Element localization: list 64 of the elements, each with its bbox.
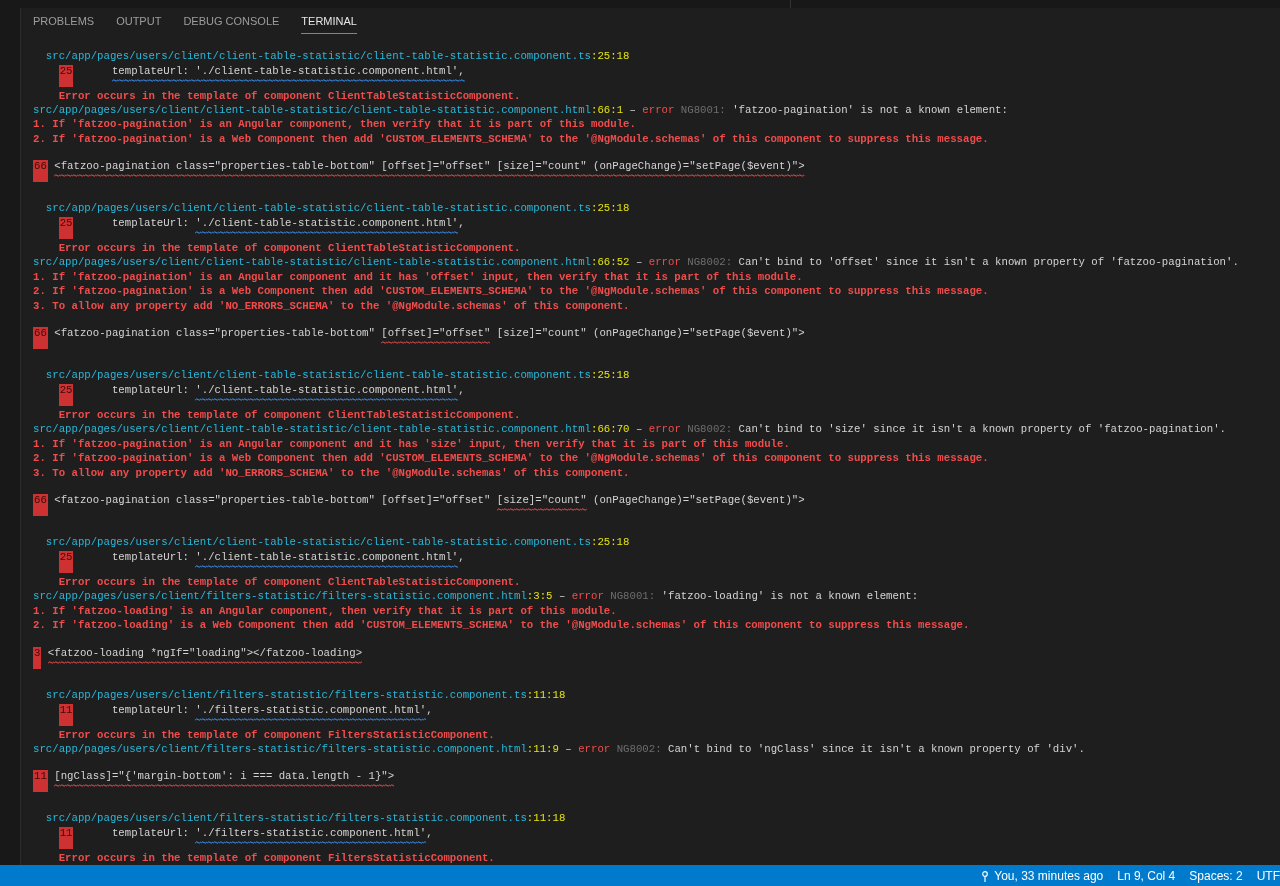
error-note: Error occurs in the template of component FiltersStatisticComponent.: [58, 728, 495, 741]
code-line: templateUrl: './client-table-statistic.component.html',: [73, 550, 465, 564]
panel-tab[interactable]: TERMINAL: [301, 10, 357, 34]
git-blame[interactable]: You, 33 minutes ago: [981, 866, 1104, 885]
error-hint: 2. If 'fatzoo-pagination' is a Web Component then add 'CUSTOM_ELEMENTS_SCHEMA' to the '@NgModule.schemas' of this component to suppress this message.: [33, 131, 990, 146]
status-item[interactable]: UTF: [1256, 866, 1280, 885]
code-line: templateUrl: './client-table-statistic.component.html',: [73, 216, 465, 230]
code-line: <fatzoo-pagination class="properties-table-bottom" [offset]="offset" [size]="count" (onPageChange)="setPage($event)">: [47, 493, 805, 507]
error-hint: 1. If 'fatzoo-pagination' is an Angular component and it has 'offset' input, then verify that it is part of this module.: [33, 269, 804, 284]
file-link[interactable]: src/app/pages/users/client/client-table-statistic/client-table-statistic.component.html:66:1: [33, 103, 624, 116]
file-link[interactable]: src/app/pages/users/client/client-table-statistic/client-table-statistic.component.html:66:52: [33, 256, 630, 268]
panel-tab[interactable]: DEBUG CONSOLE: [183, 10, 280, 34]
error-note: Error occurs in the template of component ClientTableStatisticComponent.: [58, 89, 521, 102]
line-number: 25: [58, 551, 74, 573]
error-hint: 2. If 'fatzoo-pagination' is a Web Component then add 'CUSTOM_ELEMENTS_SCHEMA' to the '@NgModule.schemas' of this component to suppress this message.: [33, 284, 990, 299]
line-number: 3: [33, 646, 42, 669]
line-number: 25: [58, 217, 74, 239]
code-line: templateUrl: './client-table-statistic.component.html',: [73, 63, 465, 78]
error-hint: 2. If 'fatzoo-pagination' is a Web Component then add 'CUSTOM_ELEMENTS_SCHEMA' to the '@NgModule.schemas' of this component to suppress this message.: [33, 451, 990, 466]
error-note: Error occurs in the template of component ClientTableStatisticComponent.: [58, 576, 521, 588]
line-number: 66: [33, 160, 48, 182]
error-note: Error occurs in the template of component ClientTableStatisticComponent.: [58, 409, 521, 421]
error-hint: 3. To allow any property add 'NO_ERRORS_SCHEMA' to the '@NgModule.schemas' of this component.: [33, 298, 631, 313]
error-line: src/app/pages/users/client/filters-statistic/filters-statistic.component.html:3:5 – error NG8001: 'fatzoo-loading' is not a known element:: [33, 589, 920, 604]
file-link[interactable]: src/app/pages/users/client/filters-statistic/filters-statistic.component.ts:11:18: [45, 688, 566, 701]
code-line: <fatzoo-pagination class="properties-table-bottom" [offset]="offset" [size]="count" (onPageChange)="setPage($event)">: [47, 159, 805, 173]
panel-tab[interactable]: OUTPUT: [116, 10, 162, 34]
file-link[interactable]: src/app/pages/users/client/client-table-statistic/client-table-statistic.component.ts:25:18: [45, 536, 630, 548]
line-number: 11: [58, 827, 74, 849]
line-number: 25: [58, 384, 74, 406]
file-link[interactable]: src/app/pages/users/client/client-table-statistic/client-table-statistic.component.html:66:70: [33, 423, 630, 435]
status-item[interactable]: Spaces: 2: [1189, 866, 1243, 885]
error-hint: 1. If 'fatzoo-loading' is an Angular component, then verify that it is part of this module.: [33, 603, 618, 618]
line-number: 66: [33, 494, 48, 516]
line-number: 66: [33, 327, 48, 349]
file-link[interactable]: src/app/pages/users/client/client-table-statistic/client-table-statistic.component.ts:25:18: [45, 369, 630, 381]
status-item[interactable]: Ln 9, Col 4: [1117, 866, 1176, 885]
file-link[interactable]: src/app/pages/users/client/filters-statistic/filters-statistic.component.ts:11:18: [45, 812, 566, 824]
file-link[interactable]: src/app/pages/users/client/filters-statistic/filters-statistic.component.html:3:5: [33, 590, 553, 602]
file-link[interactable]: src/app/pages/users/client/filters-statistic/filters-statistic.component.html:11:9: [33, 742, 559, 755]
line-number: 11: [58, 703, 74, 726]
error-hint: 2. If 'fatzoo-loading' is a Web Component then add 'CUSTOM_ELEMENTS_SCHEMA' to the '@NgModule.schemas' of this component to suppress this message.: [33, 618, 971, 633]
error-line: src/app/pages/users/client/client-table-statistic/client-table-statistic.component.html:66:70 – error NG8002: Can't bind to 'size' since it isn't a known property of 'fatzoo-pagination'.: [33, 422, 1227, 437]
code-line: <fatzoo-pagination class="properties-table-bottom" [offset]="offset" [size]="count" (onPageChange)="setPage($event)">: [47, 326, 805, 340]
line-number: 11: [33, 770, 48, 792]
error-hint: 3. To allow any property add 'NO_ERRORS_SCHEMA' to the '@NgModule.schemas' of this component.: [33, 465, 631, 480]
panel-tab[interactable]: PROBLEMS: [33, 10, 95, 34]
commit-icon: [981, 869, 990, 882]
error-note: Error occurs in the template of component FiltersStatisticComponent.: [58, 852, 495, 864]
error-note: Error occurs in the template of component ClientTableStatisticComponent.: [58, 242, 521, 254]
file-link[interactable]: src/app/pages/users/client/client-table-statistic/client-table-statistic.component.ts:25:18: [45, 202, 630, 214]
code-line: <fatzoo-loading *ngIf="loading"></fatzoo-loading>: [41, 645, 363, 660]
code-line: [ngClass]="{'margin-bottom': i === data.length - 1}">: [47, 769, 395, 783]
error-hint: 1. If 'fatzoo-pagination' is an Angular component, then verify that it is part of this module.: [33, 117, 637, 132]
code-line: templateUrl: './client-table-statistic.component.html',: [73, 383, 465, 397]
file-link[interactable]: src/app/pages/users/client/client-table-statistic/client-table-statistic.component.ts:25:18: [45, 49, 630, 62]
error-line: src/app/pages/users/client/client-table-statistic/client-table-statistic.component.html:66:52 – error NG8002: Can't bind to 'offset' since it isn't a known property of 'fatzoo-pagination'.: [33, 255, 1240, 270]
error-line: src/app/pages/users/client/filters-statistic/filters-statistic.component.html:11:9 – error NG8002: Can't bind to 'ngClass' since it isn't a known property of 'div'.: [33, 741, 1086, 756]
blame-text: You, 33 minutes ago: [994, 867, 1104, 885]
error-hint: 1. If 'fatzoo-pagination' is an Angular component and it has 'size' input, then verify that it is part of this module.: [33, 436, 791, 451]
code-line: templateUrl: './filters-statistic.component.html',: [73, 826, 433, 840]
line-number: 25: [58, 64, 74, 87]
code-line: templateUrl: './filters-statistic.component.html',: [73, 702, 433, 717]
error-line: src/app/pages/users/client/client-table-statistic/client-table-statistic.component.html:66:1 – error NG8001: 'fatzoo-pagination' is not a known element:: [33, 102, 1009, 117]
